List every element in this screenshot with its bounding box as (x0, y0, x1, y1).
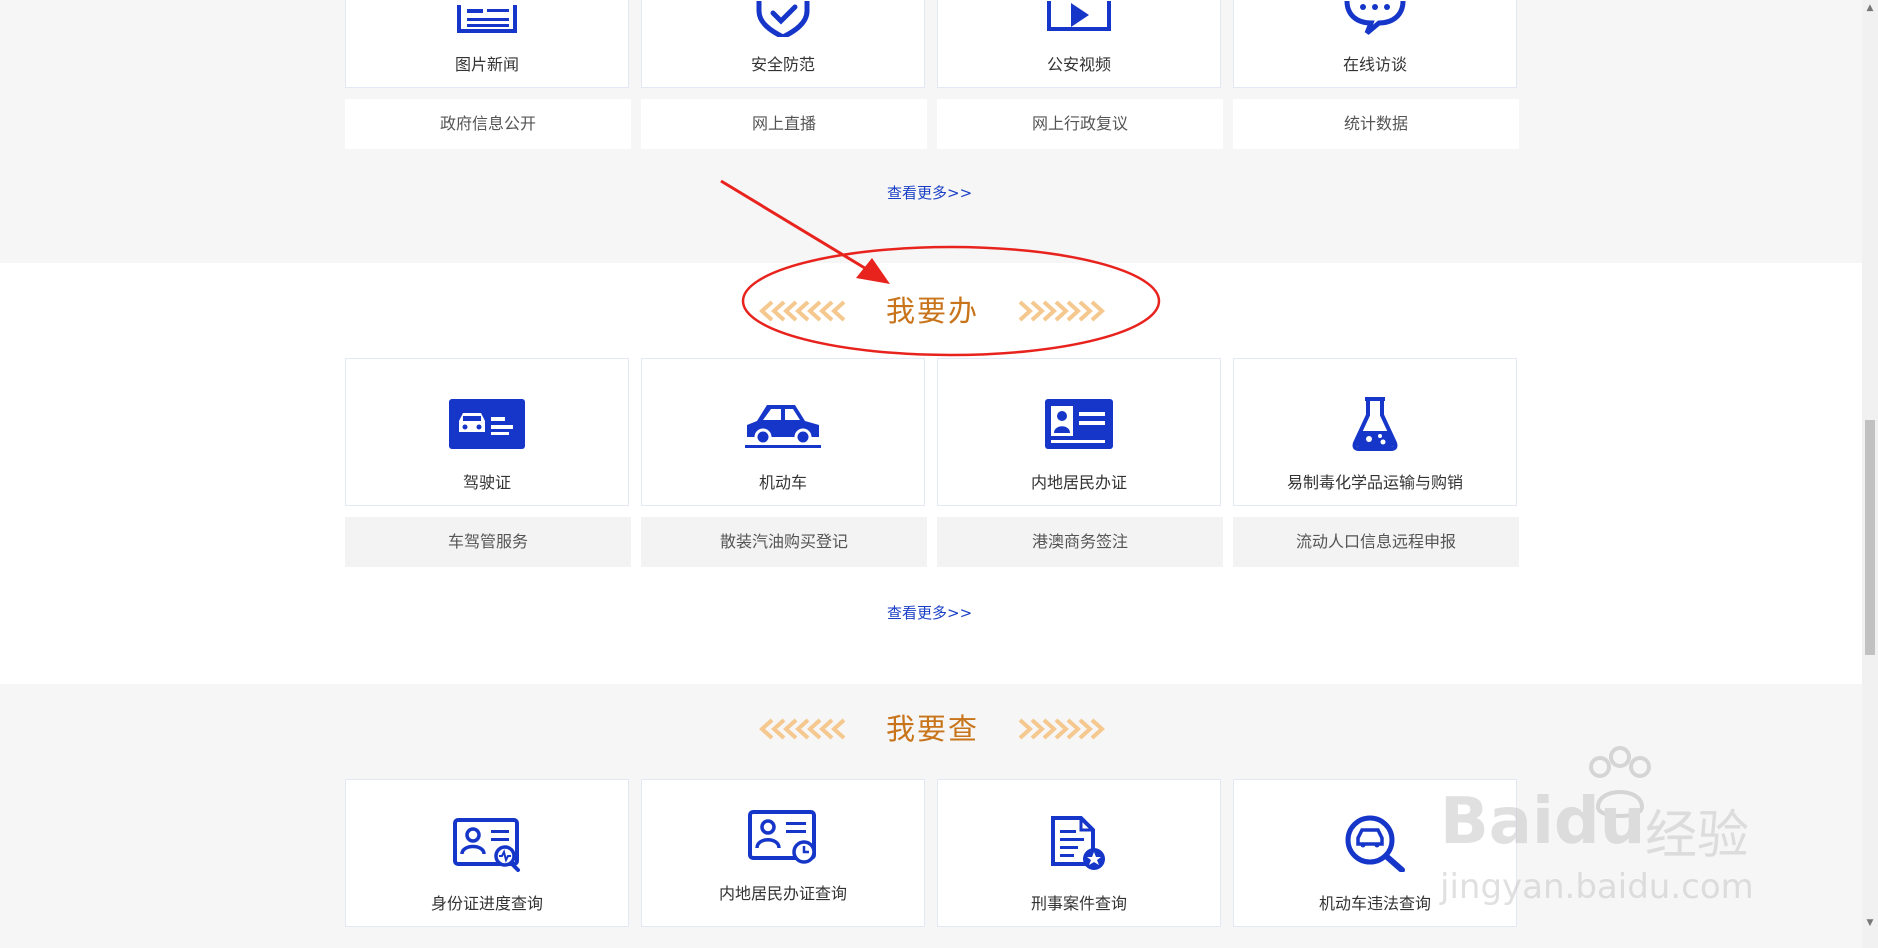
vertical-scrollbar[interactable]: ▲ ▼ (1862, 0, 1878, 948)
annotation-arrow (720, 179, 869, 272)
scrollbar-thumb[interactable] (1865, 420, 1875, 655)
annotation-ellipse (741, 245, 1161, 357)
annotation-overlay (720, 179, 1161, 357)
page: 图片新闻 安全防范 公安视频 在线访谈 政府信息公开 网上直播 网上行政复议 统… (0, 0, 1862, 948)
scroll-down-icon[interactable]: ▼ (1862, 915, 1878, 931)
annotation-arrowhead (856, 258, 890, 284)
scroll-up-icon[interactable]: ▲ (1862, 0, 1878, 16)
